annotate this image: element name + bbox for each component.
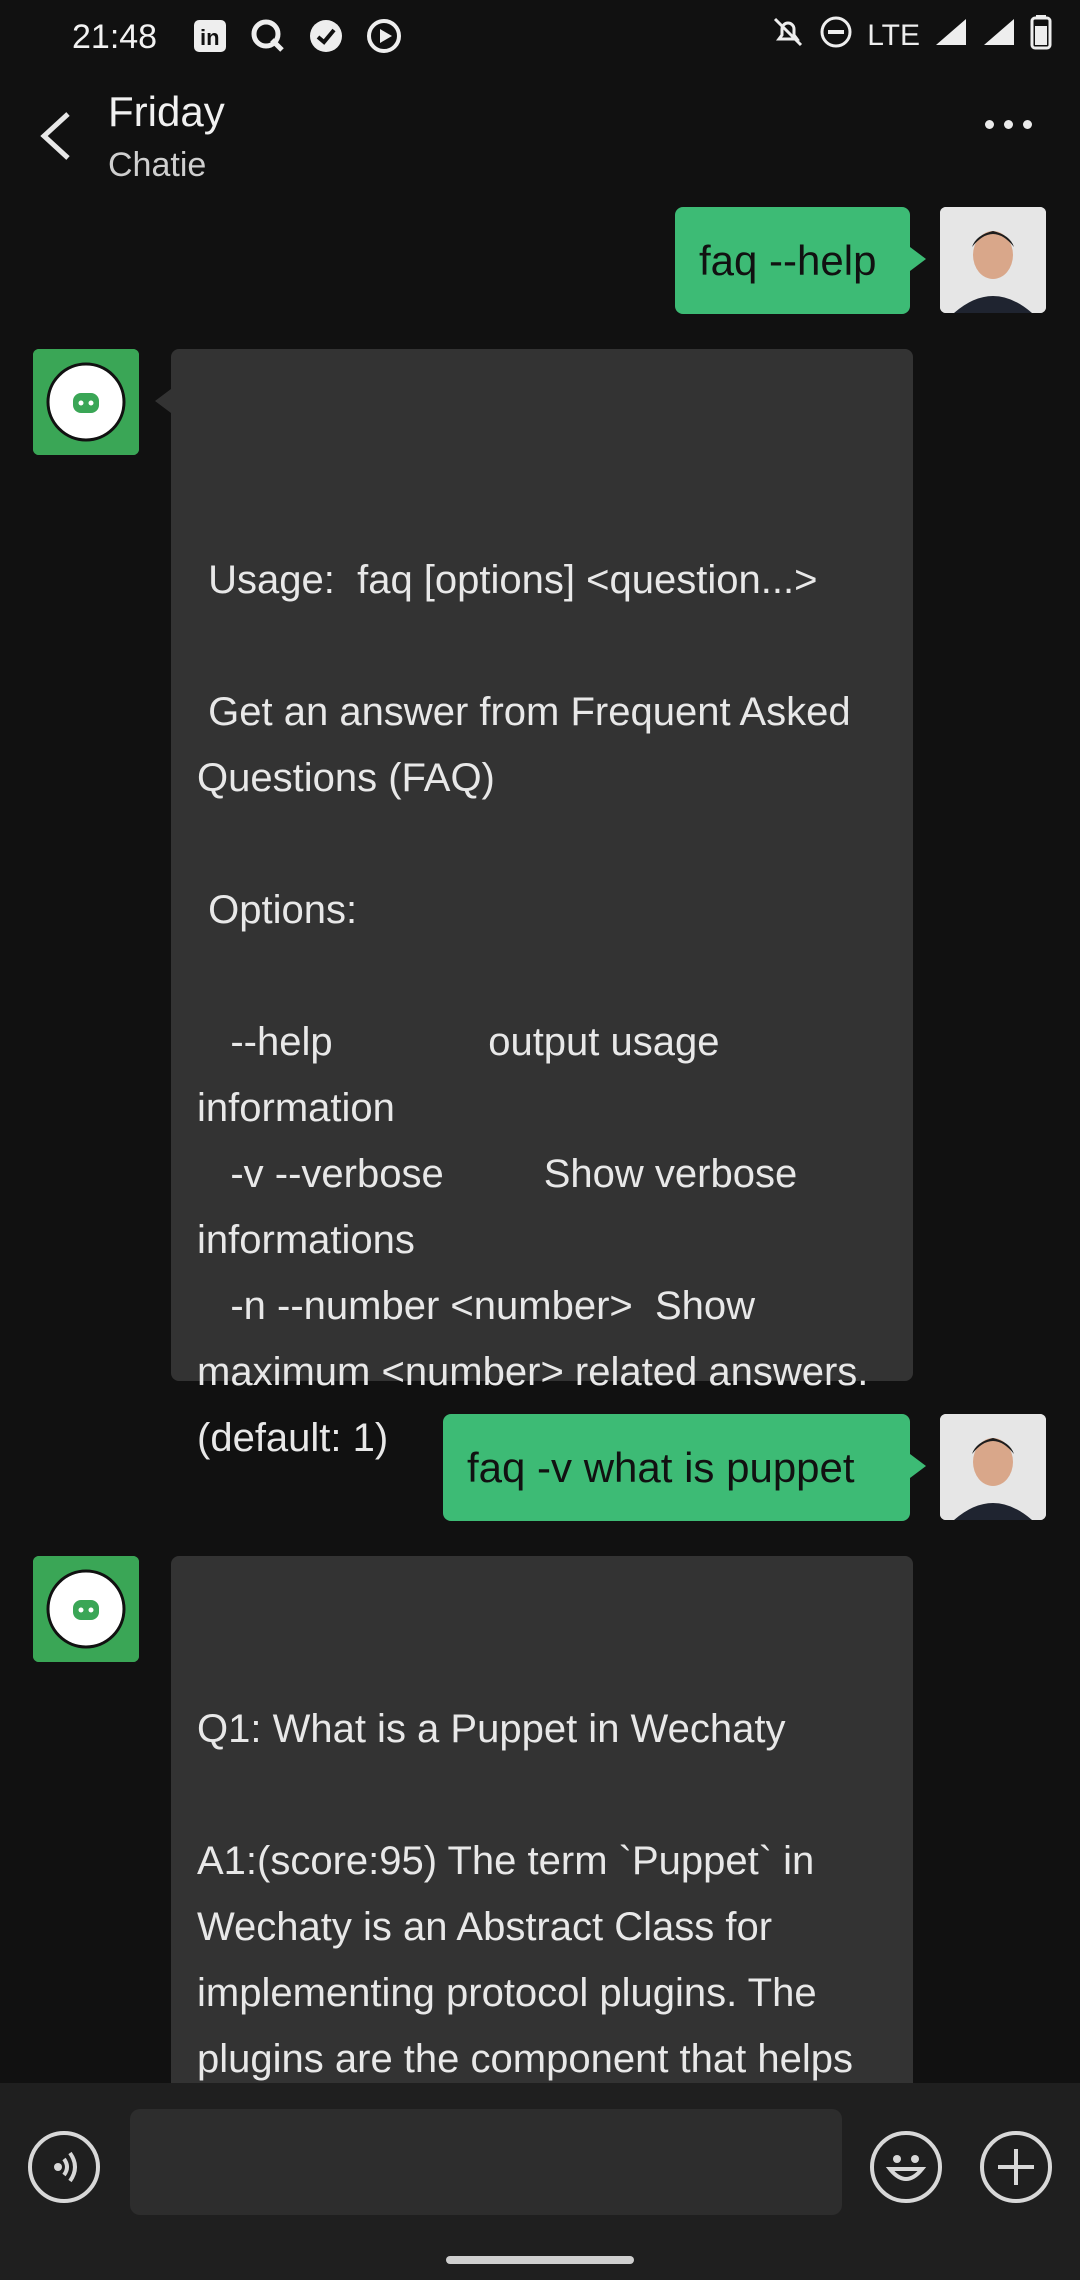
user-avatar[interactable] bbox=[940, 1414, 1046, 1520]
chat-title: Friday bbox=[108, 88, 225, 135]
status-right-icons: LTE bbox=[771, 14, 1052, 58]
emoji-button[interactable] bbox=[870, 2131, 942, 2203]
voice-input-button[interactable] bbox=[28, 2131, 100, 2203]
battery-icon bbox=[1030, 14, 1052, 58]
bot-avatar[interactable] bbox=[33, 1556, 139, 1662]
bot-avatar[interactable] bbox=[33, 349, 139, 455]
signal-icon bbox=[982, 17, 1016, 55]
play-icon bbox=[364, 16, 404, 56]
chat-header: Friday Chatie bbox=[0, 76, 1080, 196]
message-text: Q1: What is a Puppet in Wechaty A1:(scor… bbox=[197, 1707, 853, 2081]
dot-icon bbox=[1023, 120, 1032, 129]
message-text: faq -v what is puppet bbox=[467, 1443, 855, 1491]
q-icon bbox=[248, 16, 288, 56]
message-text: Usage: faq [options] <question...> Get a… bbox=[197, 558, 869, 1460]
status-time: 21:48 bbox=[72, 18, 158, 56]
input-bar bbox=[0, 2083, 1080, 2280]
signal-icon bbox=[934, 17, 968, 55]
sent-message[interactable]: faq --help bbox=[675, 207, 926, 314]
dot-icon bbox=[1004, 120, 1013, 129]
status-left-icons: in bbox=[190, 16, 404, 56]
svg-text:in: in bbox=[200, 25, 220, 50]
dnd-icon bbox=[819, 15, 853, 57]
status-bar: 21:48 in LTE bbox=[0, 0, 1080, 76]
back-button[interactable] bbox=[30, 106, 80, 166]
sent-message[interactable]: faq -v what is puppet bbox=[443, 1414, 926, 1521]
dot-icon bbox=[985, 120, 994, 129]
notifications-off-icon bbox=[771, 15, 805, 57]
received-message[interactable]: Usage: faq [options] <question...> Get a… bbox=[155, 349, 913, 1460]
linkedin-icon: in bbox=[190, 16, 230, 56]
voice-icon bbox=[54, 2151, 77, 2183]
received-message[interactable]: Q1: What is a Puppet in Wechaty A1:(scor… bbox=[171, 1556, 913, 2096]
home-indicator[interactable] bbox=[446, 2256, 634, 2264]
check-icon bbox=[306, 16, 346, 56]
message-input[interactable] bbox=[130, 2109, 842, 2215]
chevron-left-icon bbox=[40, 112, 70, 160]
chat-subtitle: Chatie bbox=[108, 146, 207, 184]
user-avatar[interactable] bbox=[940, 207, 1046, 313]
network-type: LTE bbox=[867, 19, 920, 52]
emoji-icon bbox=[885, 2155, 927, 2181]
add-button[interactable] bbox=[980, 2131, 1052, 2203]
message-text: faq --help bbox=[699, 236, 877, 284]
more-options-button[interactable] bbox=[985, 120, 1032, 129]
plus-icon bbox=[998, 2149, 1034, 2185]
